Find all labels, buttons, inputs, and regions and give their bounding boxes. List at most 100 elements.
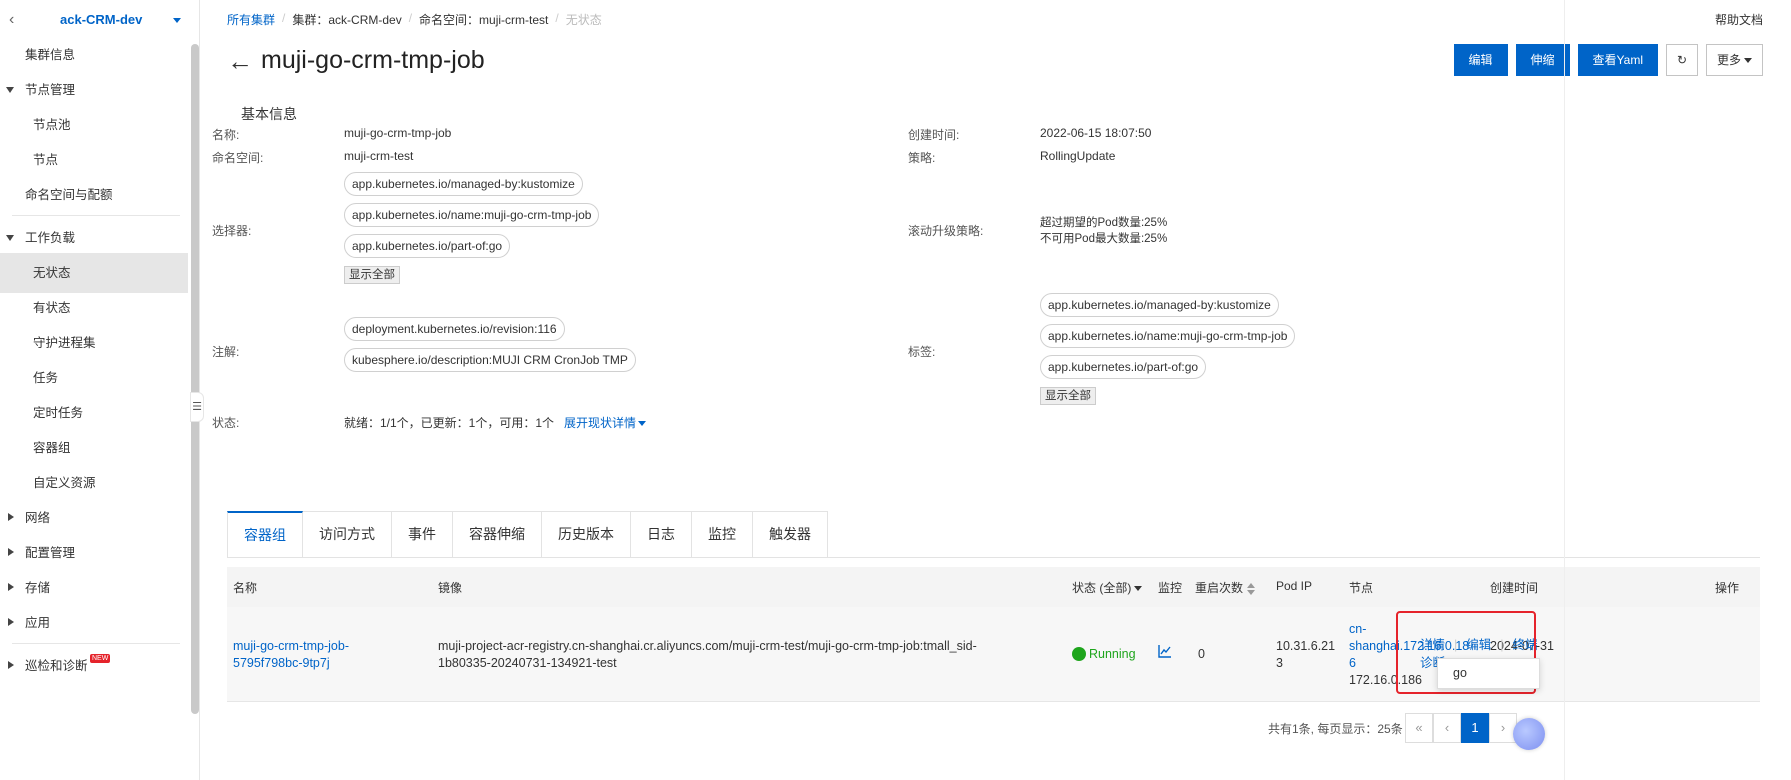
first-page-button[interactable]: « bbox=[1405, 713, 1433, 743]
chevron-down-icon[interactable] bbox=[173, 18, 181, 23]
cluster-selector[interactable]: ack-CRM-dev bbox=[60, 12, 142, 27]
created-value: 2022-06-15 18:07:50 bbox=[1040, 126, 1152, 140]
sidebar-item-statefulsets[interactable]: 有状态 bbox=[0, 288, 188, 328]
expand-right-icon bbox=[8, 661, 14, 669]
tab-logs[interactable]: 日志 bbox=[631, 511, 692, 558]
rolling-update-label: 滚动升级策略: bbox=[908, 224, 984, 238]
col-monitor: 监控 bbox=[1158, 581, 1183, 595]
sidebar: ‹ ack-CRM-dev 集群信息 节点管理 节点池 节点 命名空间与配额 工… bbox=[0, 0, 200, 780]
more-button[interactable]: 更多 bbox=[1705, 44, 1763, 76]
expand-right-icon bbox=[8, 513, 14, 521]
status-value: 就绪：1/1个，已更新：1个，可用：1个 展开现状详情 bbox=[344, 414, 647, 431]
sidebar-item-cronjobs[interactable]: 定时任务 bbox=[0, 393, 188, 433]
prev-page-button[interactable]: ‹ bbox=[1433, 713, 1461, 743]
sidebar-item-network[interactable]: 网络 bbox=[0, 498, 188, 538]
sidebar-item-config[interactable]: 配置管理 bbox=[0, 533, 188, 573]
page-1-button[interactable]: 1 bbox=[1461, 713, 1489, 743]
sidebar-item-label: 网络 bbox=[25, 511, 51, 525]
selector-tag: app.kubernetes.io/managed-by:kustomize bbox=[344, 172, 583, 196]
pod-ip-line: 3 bbox=[1276, 656, 1283, 670]
breadcrumb-cluster[interactable]: 集群：ack-CRM-dev bbox=[292, 11, 401, 28]
sidebar-item-pods[interactable]: 容器组 bbox=[0, 428, 188, 468]
sidebar-item-namespace[interactable]: 命名空间与配额 bbox=[0, 175, 188, 215]
tab-pods[interactable]: 容器组 bbox=[227, 511, 303, 558]
tab-monitor[interactable]: 监控 bbox=[692, 511, 753, 558]
sidebar-item-workloads[interactable]: 工作负载 bbox=[0, 218, 188, 258]
selector-tag: app.kubernetes.io/part-of:go bbox=[344, 234, 511, 258]
new-badge: NEW bbox=[90, 654, 111, 663]
sidebar-item-label: 自定义资源 bbox=[33, 476, 96, 490]
container-option[interactable]: go bbox=[1453, 666, 1467, 680]
back-chevron-icon[interactable]: ‹ bbox=[9, 11, 14, 29]
pod-name-link[interactable]: muji-go-crm-tmp-job- 5795f798bc-9tp7j bbox=[233, 638, 349, 672]
sidebar-item-label: 存储 bbox=[25, 581, 51, 595]
sidebar-item-storage[interactable]: 存储 bbox=[0, 568, 188, 608]
sidebar-item-label: 节点池 bbox=[33, 118, 71, 132]
tab-history[interactable]: 历史版本 bbox=[542, 511, 631, 558]
chevron-down-icon bbox=[638, 421, 647, 427]
refresh-icon[interactable]: ↻ bbox=[1665, 44, 1698, 76]
expand-status-link[interactable]: 展开现状详情 bbox=[564, 416, 636, 430]
help-doc-link[interactable]: 帮助文档 bbox=[1715, 11, 1763, 28]
col-pod-ip: Pod IP bbox=[1276, 579, 1313, 593]
rolling-max-unavailable: 不可用Pod最大数量:25% bbox=[1040, 233, 1168, 245]
image-line: 1b80335-20240731-134921-test bbox=[438, 656, 617, 670]
selector-show-all-button[interactable]: 显示全部 bbox=[344, 266, 400, 284]
col-restarts-label: 重启次数 bbox=[1195, 581, 1244, 595]
status-summary: 就绪：1/1个，已更新：1个，可用：1个 bbox=[344, 416, 555, 430]
view-yaml-button[interactable]: 查看Yaml bbox=[1577, 44, 1658, 76]
namespace-label: 命名空间: bbox=[212, 151, 264, 165]
pod-name-line: muji-go-crm-tmp-job- bbox=[233, 639, 349, 653]
sidebar-divider bbox=[12, 215, 180, 216]
toolbar: 编辑 伸缩 查看Yaml ↻ 更多 bbox=[1453, 44, 1763, 76]
tab-access[interactable]: 访问方式 bbox=[303, 511, 392, 558]
sidebar-item-apps[interactable]: 应用 bbox=[0, 603, 188, 643]
tab-triggers[interactable]: 触发器 bbox=[753, 511, 828, 558]
breadcrumb-separator: / bbox=[282, 11, 286, 25]
col-restarts[interactable]: 重启次数 bbox=[1195, 579, 1256, 596]
edit-button[interactable]: 编辑 bbox=[1453, 44, 1508, 76]
sidebar-item-label: 节点 bbox=[33, 153, 59, 167]
tab-hpa[interactable]: 容器伸缩 bbox=[453, 511, 542, 558]
sidebar-item-inspection[interactable]: 巡检和诊断 NEW bbox=[0, 646, 188, 686]
sidebar-item-jobs[interactable]: 任务 bbox=[0, 358, 188, 398]
scale-button[interactable]: 伸缩 bbox=[1515, 44, 1570, 76]
tab-events[interactable]: 事件 bbox=[392, 511, 453, 558]
back-arrow-icon[interactable]: ← bbox=[227, 48, 253, 74]
sidebar-item-node-pool[interactable]: 节点池 bbox=[0, 105, 188, 145]
sidebar-item-deployments[interactable]: 无状态 bbox=[0, 253, 188, 293]
section-title-basic-info: 基本信息 bbox=[241, 106, 297, 122]
sidebar-item-label: 有状态 bbox=[33, 301, 71, 315]
pod-name-line: 5795f798bc-9tp7j bbox=[233, 656, 330, 670]
expand-down-icon bbox=[6, 235, 14, 241]
labels-show-all-button[interactable]: 显示全部 bbox=[1040, 387, 1096, 405]
breadcrumb-separator: / bbox=[555, 11, 559, 25]
name-value: muji-go-crm-tmp-job bbox=[344, 126, 452, 140]
status-text: Running bbox=[1089, 647, 1136, 661]
sidebar-item-label: 任务 bbox=[33, 371, 59, 385]
container-dropdown-menu[interactable]: go bbox=[1437, 658, 1540, 689]
monitor-chart-icon[interactable] bbox=[1158, 644, 1172, 662]
breadcrumb-separator: / bbox=[408, 11, 413, 25]
collapse-sidebar-icon[interactable]: ☰ bbox=[190, 392, 204, 422]
sidebar-item-daemonsets[interactable]: 守护进程集 bbox=[0, 323, 188, 363]
sidebar-item-nodes[interactable]: 节点 bbox=[0, 140, 188, 180]
assistant-bot-icon[interactable] bbox=[1513, 718, 1545, 750]
table-header: 名称 镜像 状态 (全部) 监控 重启次数 Pod IP 节点 创建时间 操作 bbox=[227, 567, 1760, 607]
sidebar-item-node-mgmt[interactable]: 节点管理 bbox=[0, 70, 188, 110]
col-image: 镜像 bbox=[438, 581, 463, 595]
expand-down-icon bbox=[6, 87, 14, 93]
sidebar-item-label: 巡检和诊断 bbox=[25, 659, 88, 673]
sidebar-header: ‹ ack-CRM-dev bbox=[0, 0, 199, 40]
sidebar-item-label: 守护进程集 bbox=[33, 336, 96, 350]
sidebar-item-custom-resources[interactable]: 自定义资源 bbox=[0, 463, 188, 503]
col-name: 名称 bbox=[233, 581, 258, 595]
sidebar-scrollbar[interactable] bbox=[191, 44, 199, 714]
col-status-filter[interactable]: 状态 (全部) bbox=[1072, 579, 1143, 596]
label-tag: app.kubernetes.io/managed-by:kustomize bbox=[1040, 293, 1279, 317]
sidebar-item-cluster-info[interactable]: 集群信息 bbox=[0, 35, 188, 75]
breadcrumb-all-clusters[interactable]: 所有集群 bbox=[227, 11, 275, 28]
breadcrumb-namespace[interactable]: 命名空间：muji-crm-test bbox=[419, 11, 548, 28]
expand-right-icon bbox=[8, 618, 14, 626]
col-status-label: 状态 (全部) bbox=[1072, 581, 1132, 595]
